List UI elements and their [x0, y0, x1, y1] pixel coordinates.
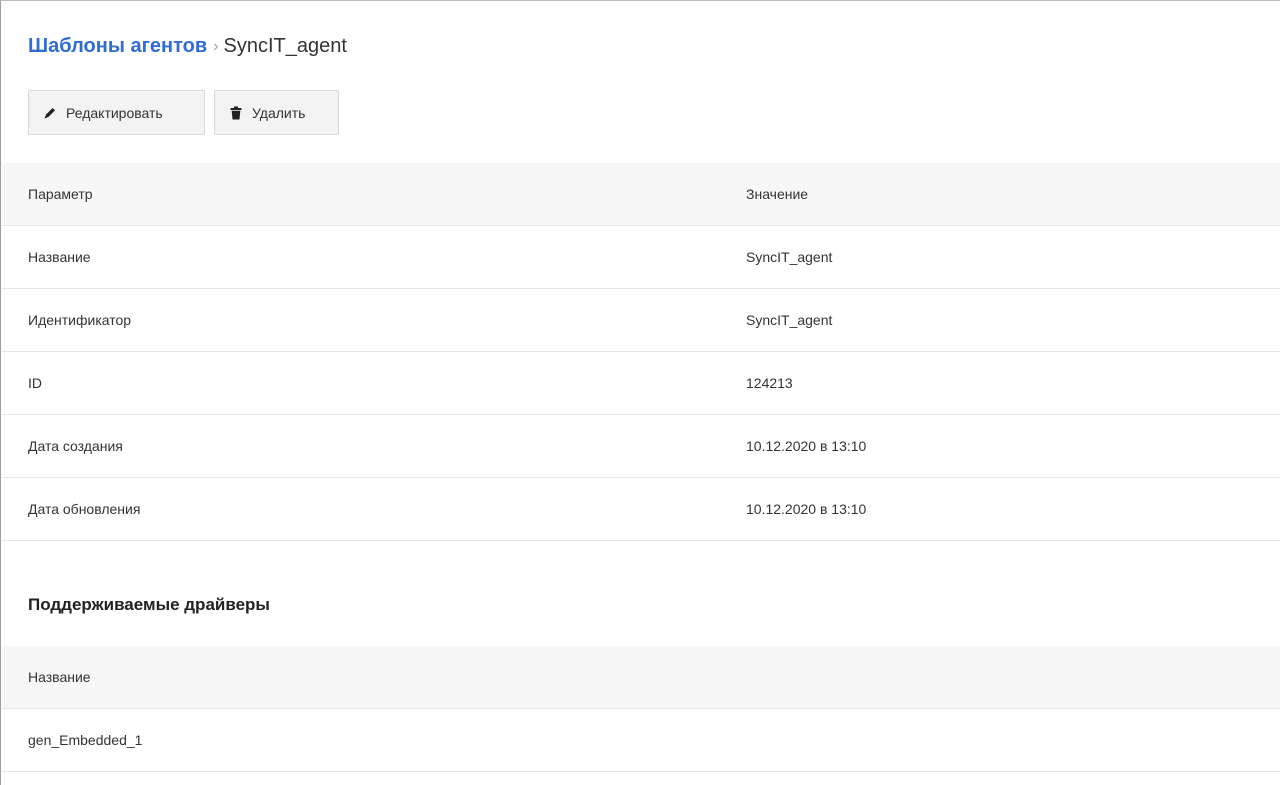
- param-value: SyncIT_agent: [746, 312, 833, 328]
- param-value: 10.12.2020 в 13:10: [746, 501, 867, 517]
- param-label: Дата обновления: [28, 501, 141, 517]
- edit-button-label: Редактировать: [66, 104, 163, 121]
- table-row-created: Дата создания 10.12.2020 в 13:10: [2, 415, 1280, 478]
- edit-button[interactable]: Редактировать: [28, 90, 205, 135]
- table-header-row: Название: [2, 646, 1280, 709]
- table-row-updated: Дата обновления 10.12.2020 в 13:10: [2, 478, 1280, 541]
- breadcrumb-separator: ›: [213, 38, 219, 55]
- delete-button[interactable]: Удалить: [214, 90, 339, 135]
- param-label: Название: [28, 249, 91, 265]
- page: Шаблоны агентов › SyncIT_agent Редактирова…: [0, 0, 1280, 785]
- param-value: 124213: [746, 375, 793, 391]
- drivers-table: Название gen_Embedded_1: [2, 646, 1280, 772]
- param-label: Идентификатор: [28, 312, 132, 328]
- table-row-id: ID 124213: [2, 352, 1280, 415]
- column-header-name: Название: [28, 669, 91, 685]
- pencil-icon: [43, 106, 57, 120]
- column-header-value: Значение: [746, 186, 809, 202]
- table-row-identifier: Идентификатор SyncIT_agent: [2, 289, 1280, 352]
- param-value: SyncIT_agent: [746, 249, 833, 265]
- parameters-table: Параметр Значение Название SyncIT_agent …: [2, 163, 1280, 541]
- driver-name: gen_Embedded_1: [28, 732, 143, 748]
- delete-button-label: Удалить: [252, 104, 306, 121]
- breadcrumb-current: SyncIT_agent: [223, 35, 347, 57]
- toolbar: Редактировать Удалить: [28, 90, 339, 135]
- table-row-driver: gen_Embedded_1: [2, 709, 1280, 772]
- table-header-row: Параметр Значение: [2, 163, 1280, 226]
- param-label: ID: [28, 375, 42, 391]
- param-label: Дата создания: [28, 438, 123, 454]
- table-row-name: Название SyncIT_agent: [2, 226, 1280, 289]
- breadcrumb-link-agent-templates[interactable]: Шаблоны агентов: [28, 35, 207, 57]
- trash-icon: [229, 106, 243, 120]
- section-title-supported-drivers: Поддерживаемые драйверы: [28, 595, 270, 614]
- param-value: 10.12.2020 в 13:10: [746, 438, 867, 454]
- breadcrumb: Шаблоны агентов › SyncIT_agent: [28, 34, 347, 60]
- column-header-parameter: Параметр: [28, 186, 93, 202]
